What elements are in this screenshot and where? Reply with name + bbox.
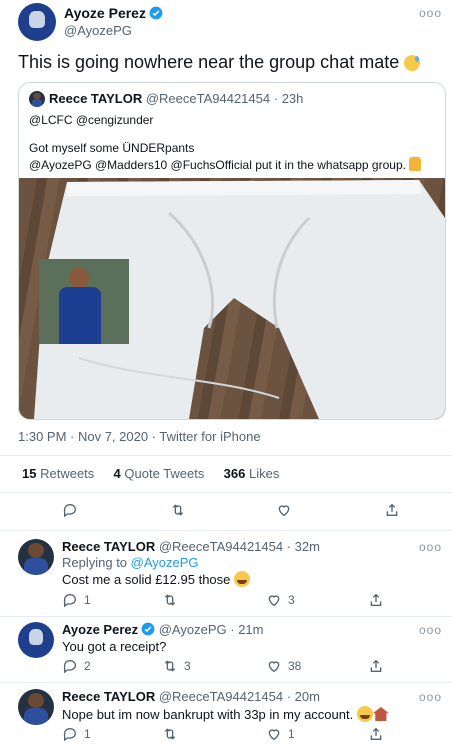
replying-to: Replying to @AyozePG (62, 555, 199, 570)
reply-count: 2 (84, 659, 91, 673)
author-handle[interactable]: @ReeceTA94421454 (159, 689, 283, 704)
reply-text: Cost me a solid £12.95 those (62, 571, 251, 587)
reply-count: 1 (84, 593, 91, 607)
likes-stat[interactable]: 366 Likes (224, 466, 280, 481)
author-name[interactable]: Ayoze Perez (64, 5, 146, 21)
like-count: 38 (288, 659, 302, 673)
tweet-stats: 15 Retweets 4 Quote Tweets 366 Likes (22, 466, 279, 481)
sweat-smile-emoji-icon (404, 55, 421, 71)
reply-count: 1 (84, 727, 91, 741)
share-icon[interactable] (384, 502, 400, 518)
heart-icon[interactable] (276, 502, 292, 518)
author-name[interactable]: Ayoze Perez (62, 622, 138, 637)
avatar[interactable] (18, 539, 54, 575)
quoted-mentions: @LCFC @cengizunder (29, 113, 154, 127)
quoted-time: 23h (281, 91, 304, 106)
reply-text: Nope but im now bankrupt with 33p in my … (62, 706, 389, 722)
author-handle[interactable]: @AyozePG (64, 23, 132, 38)
reply-icon[interactable]: 1 (62, 592, 91, 608)
retweet-icon[interactable] (162, 592, 184, 608)
tweet-photo[interactable] (19, 178, 445, 419)
more-dots-icon[interactable]: ooo (419, 690, 442, 704)
reply-time: · 20m (286, 689, 320, 704)
like-count: 3 (288, 593, 295, 607)
quoted-header: Reece TAYLOR @ReeceTA94421454 · 23h (49, 91, 304, 106)
reply-header: Ayoze Perez @AyozePG · 21m (62, 622, 263, 637)
retweet-count: 3 (184, 659, 191, 673)
more-dots-icon[interactable]: ooo (419, 623, 442, 637)
quotes-stat[interactable]: 4 Quote Tweets (114, 466, 205, 481)
author-name[interactable]: Reece TAYLOR (62, 539, 155, 554)
quoted-handle: @ReeceTA94421454 (145, 91, 271, 106)
reply-header: Reece TAYLOR @ReeceTA94421454 · 20m (62, 689, 320, 704)
more-dots-icon[interactable]: ooo (419, 540, 442, 554)
tweet-timestamp: 1:30 PM · Nov 7, 2020 · Twitter for iPho… (18, 429, 261, 444)
reply-icon[interactable] (62, 502, 78, 518)
thumbs-up-emoji-icon (409, 157, 422, 171)
author-name[interactable]: Reece TAYLOR (62, 689, 155, 704)
reply-time: · 21m (230, 622, 264, 637)
quoted-line2: @AyozePG @Madders10 @FuchsOfficial put i… (29, 157, 422, 172)
avatar[interactable] (18, 622, 54, 658)
heart-icon[interactable]: 38 (266, 658, 301, 674)
share-icon[interactable] (368, 658, 384, 674)
printed-player-photo (39, 259, 129, 344)
reply-time: · 32m (286, 539, 320, 554)
reply-icon[interactable]: 1 (62, 726, 91, 742)
heart-icon[interactable]: 3 (266, 592, 295, 608)
tweet-header: Ayoze Perez (64, 5, 163, 23)
quoted-author-name: Reece TAYLOR (49, 91, 143, 106)
retweet-icon[interactable] (170, 502, 186, 518)
quoted-line1: Got myself some ÜNDERpants (29, 141, 195, 155)
retweets-stat[interactable]: 15 Retweets (22, 466, 94, 481)
verified-badge-icon (149, 6, 163, 20)
laughing-emoji-icon (356, 706, 373, 722)
avatar[interactable] (18, 3, 56, 41)
retweet-icon[interactable]: 3 (162, 658, 191, 674)
heart-icon[interactable]: 1 (266, 726, 295, 742)
tweet-text: This is going nowhere near the group cha… (18, 52, 421, 73)
replying-to-link[interactable]: @AyozePG (131, 555, 199, 570)
avatar[interactable] (18, 689, 54, 725)
retweet-icon[interactable] (162, 726, 184, 742)
author-handle[interactable]: @ReeceTA94421454 (159, 539, 283, 554)
quoted-tweet-card[interactable]: Reece TAYLOR @ReeceTA94421454 · 23h @LCF… (18, 82, 446, 420)
share-icon[interactable] (368, 726, 384, 742)
laughing-emoji-icon (234, 571, 251, 587)
more-dots-icon[interactable]: ooo (419, 6, 442, 20)
house-emoji-icon (372, 707, 389, 721)
author-handle[interactable]: @AyozePG (159, 622, 227, 637)
reply-icon[interactable]: 2 (62, 658, 91, 674)
verified-badge-icon (141, 622, 155, 636)
reply-header: Reece TAYLOR @ReeceTA94421454 · 32m (62, 539, 320, 554)
reply-text: You got a receipt? (62, 639, 167, 654)
quoted-avatar (29, 91, 45, 107)
like-count: 1 (288, 727, 295, 741)
share-icon[interactable] (368, 592, 384, 608)
